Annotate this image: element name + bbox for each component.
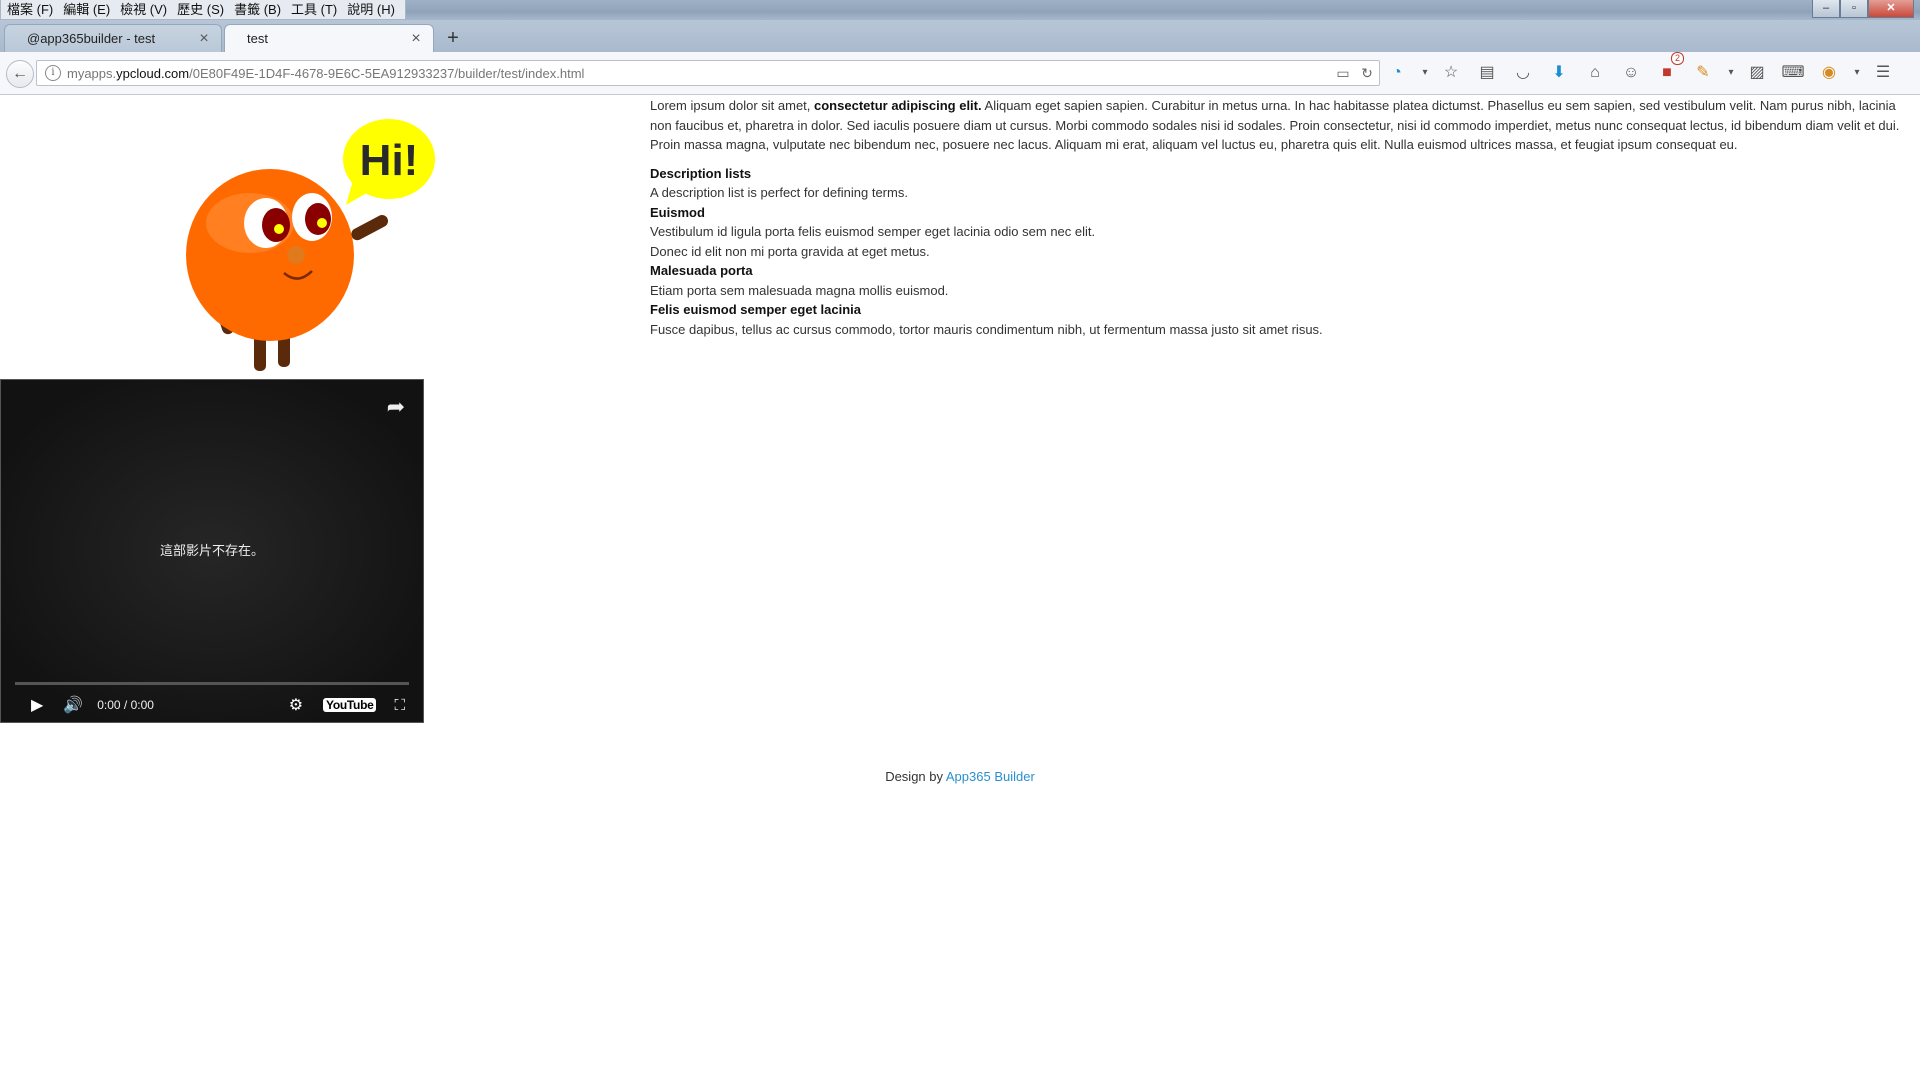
menu-edit[interactable]: 編輯 (E) (59, 1, 116, 19)
tab-app365builder[interactable]: @app365builder - test × (4, 24, 222, 52)
settings-gear-icon[interactable]: ⚙ (289, 695, 303, 715)
url-text[interactable]: myapps.ypcloud.com/0E80F49E-1D4F-4678-9E… (67, 66, 1331, 81)
intro-bold-text: consectetur adipiscing elit. (814, 98, 982, 113)
dl-description: Donec id elit non mi porta gravida at eg… (650, 243, 930, 259)
footer: Design by App365 Builder (0, 769, 1920, 784)
dl-description: Fusce dapibus, tellus ac cursus commodo,… (650, 321, 1323, 337)
close-window-button[interactable]: ✕ (1868, 0, 1914, 18)
speech-text: Hi! (360, 136, 419, 185)
download-icon[interactable]: ⬇ (1546, 62, 1572, 84)
new-tab-button[interactable]: + (442, 26, 464, 50)
menu-icon[interactable]: ☰ (1870, 62, 1896, 84)
video-unavailable-message: 這部影片不存在。 (159, 544, 264, 559)
dropdown-arrow-icon[interactable]: ▾ (1726, 62, 1736, 84)
dl-description: A description list is perfect for defini… (650, 185, 908, 200)
title-bar: 檔案 (F) 編輯 (E) 檢視 (V) 歷史 (S) 書籤 (B) 工具 (T… (0, 0, 1920, 20)
play-icon[interactable]: ▶ (31, 695, 43, 715)
menu-view[interactable]: 檢視 (V) (116, 1, 173, 19)
share-icon[interactable]: ➦ (387, 394, 405, 420)
youtube-logo-icon[interactable]: YouTube (323, 698, 377, 712)
dl-term: Description lists (650, 165, 752, 181)
dl-description: Vestibulum id ligula porta felis euismod… (650, 224, 1096, 239)
extension-icon[interactable]: ✎ (1690, 62, 1716, 84)
volume-icon[interactable]: 🔊 (63, 695, 83, 715)
addon-icon[interactable]: ■ 2 (1654, 52, 1684, 84)
youtube-player[interactable]: ➦ 這部影片不存在。 ▶ 🔊 0:00 / 0:00 ⚙ YouTube ⛶ (0, 379, 424, 723)
url-prefix: myapps. (67, 65, 117, 81)
maximize-button[interactable]: ▫ (1840, 0, 1868, 18)
dl-term: Euismod (650, 204, 705, 220)
mascot-image: Hi! (186, 119, 435, 371)
dl-description: Etiam porta sem malesuada magna mollis e… (650, 282, 949, 298)
keyboard-icon[interactable]: ⌨ (1780, 62, 1806, 84)
url-bar[interactable]: i myapps.ypcloud.com/0E80F49E-1D4F-4678-… (36, 60, 1380, 86)
dropdown-arrow-icon[interactable]: ▾ (1852, 62, 1862, 84)
mascot-nose (287, 246, 305, 264)
video-progress-bar[interactable] (15, 682, 409, 685)
main-content: Lorem ipsum dolor sit amet, consectetur … (650, 96, 1912, 339)
vpn-icon[interactable]: ◉ (1816, 62, 1842, 84)
intro-text: Lorem ipsum dolor sit amet, (650, 98, 815, 113)
back-button[interactable]: ← (6, 60, 34, 88)
mascot-arm-right (351, 215, 389, 241)
notification-badge: 2 (1670, 52, 1684, 65)
tab-label: @app365builder - test (27, 31, 156, 46)
minimize-button[interactable]: ‒ (1812, 0, 1840, 18)
pocket-icon[interactable]: ◡ (1510, 62, 1536, 84)
tab-label: test (247, 31, 268, 46)
url-domain: ypcloud.com (116, 65, 190, 81)
fullscreen-icon[interactable]: ⛶ (394, 697, 405, 714)
mascot-body (186, 169, 354, 341)
footer-link[interactable]: App365 Builder (946, 769, 1035, 784)
site-info-icon[interactable]: i (45, 65, 61, 81)
menu-bar: 檔案 (F) 編輯 (E) 檢視 (V) 歷史 (S) 書籤 (B) 工具 (T… (0, 0, 406, 20)
menu-bookmarks[interactable]: 書籤 (B) (230, 1, 287, 19)
menu-history[interactable]: 歷史 (S) (173, 1, 230, 19)
url-path: /0E80F49E-1D4F-4678-9E6C-5EA912933237/bu… (189, 65, 585, 81)
tab-close-icon[interactable]: × (409, 30, 423, 48)
video-time: 0:00 / 0:00 (97, 698, 154, 712)
tab-test[interactable]: test × (224, 24, 434, 52)
skype-icon[interactable]: ◔ (1384, 62, 1410, 84)
dropdown-arrow-icon[interactable]: ▾ (1420, 62, 1430, 84)
intro-paragraph: Lorem ipsum dolor sit amet, consectetur … (650, 96, 1912, 155)
bookmarks-list-icon[interactable]: ▤ (1474, 62, 1500, 84)
menu-file[interactable]: 檔案 (F) (3, 1, 59, 19)
tab-strip: @app365builder - test × test × + (0, 20, 1920, 52)
navigation-bar: ← i myapps.ypcloud.com/0E80F49E-1D4F-467… (0, 52, 1920, 95)
reader-view-icon[interactable]: ▭ (1331, 65, 1355, 82)
bookmark-star-icon[interactable]: ☆ (1438, 62, 1464, 84)
reload-icon[interactable]: ↻ (1355, 65, 1379, 82)
screenshot-icon[interactable]: ▨ (1744, 62, 1770, 84)
window-controls: ‒ ▫ ✕ (1812, 0, 1914, 18)
footer-prefix: Design by (885, 769, 946, 784)
dl-term: Malesuada porta (650, 263, 753, 278)
home-icon[interactable]: ⌂ (1582, 62, 1608, 84)
video-controls: ▶ 🔊 0:00 / 0:00 ⚙ YouTube ⛶ (1, 692, 423, 718)
dl-term: Felis euismod semper eget lacinia (650, 302, 861, 317)
toolbar-icons: ◔ ▾ ☆ ▤ ◡ ⬇ ⌂ ☺ ■ 2 ✎ ▾ ▨ ⌨ ◉ ▾ ☰ (1384, 52, 1906, 84)
tab-close-icon[interactable]: × (197, 30, 211, 48)
web-page: Hi! ➦ 這部影片不存在。 ▶ 🔊 0:00 / 0:00 ⚙ YouTube… (0, 95, 1920, 1080)
menu-tools[interactable]: 工具 (T) (287, 1, 343, 19)
menu-help[interactable]: 說明 (H) (343, 1, 401, 19)
chat-icon[interactable]: ☺ (1618, 62, 1644, 84)
